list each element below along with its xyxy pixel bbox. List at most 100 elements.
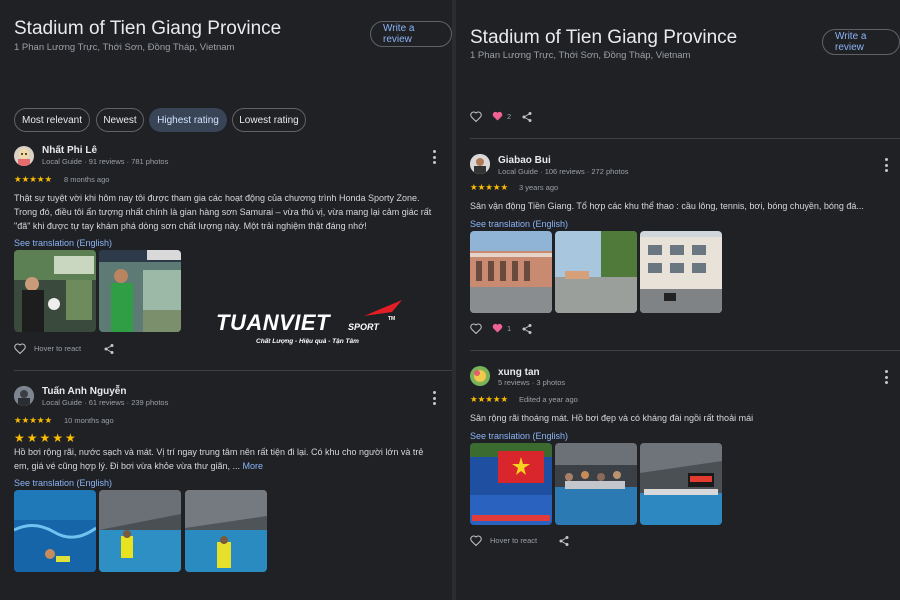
write-review-label: Write a review — [835, 31, 867, 53]
star-rating: ★★★★★ — [14, 174, 53, 184]
review-text: Hồ bơi rộng rãi, nước sạch và mát. Vị tr… — [14, 445, 444, 473]
heart-outline-icon — [470, 535, 482, 546]
see-translation-link[interactable]: See translation (English) — [470, 219, 568, 229]
react-button[interactable]: Hover to react — [470, 535, 537, 546]
reviewer-meta: Local Guide · 91 reviews · 781 photos — [42, 157, 169, 166]
review-photo[interactable] — [99, 490, 181, 572]
review-date: Edited a year ago — [519, 395, 578, 404]
review-photo[interactable] — [555, 231, 637, 313]
chip-label: Lowest rating — [239, 114, 299, 126]
more-link[interactable]: More — [243, 461, 264, 471]
place-title: Stadium of Tien Giang Province — [14, 18, 282, 39]
review-text: Sân vận động Tiền Giang. Tổ hợp các khu … — [470, 199, 898, 213]
review-date: 8 months ago — [64, 175, 110, 184]
review-photo[interactable] — [185, 490, 267, 572]
brand-suffix: SPORT — [348, 322, 379, 332]
review-text-line: em, giá vé cũng hợp lý. Đi bơi vừa khỏe … — [14, 461, 240, 471]
review-text-line: Sân rộng rãi thoáng mát. Hồ bơi đẹp và c… — [470, 413, 754, 423]
sort-chip-newest[interactable]: Newest — [96, 108, 144, 132]
heart-filled-icon — [492, 111, 503, 121]
reviewer-name[interactable]: Tuấn Anh Nguyễn — [42, 386, 126, 397]
write-review-button[interactable]: Write a review — [370, 21, 452, 47]
chip-label: Most relevant — [21, 114, 83, 126]
share-icon[interactable] — [521, 323, 533, 335]
screenshot-composite: Stadium of Tien Giang Province 1 Phan Lư… — [0, 0, 900, 600]
avatar[interactable] — [14, 146, 34, 166]
brand-watermark-logo: TUANVIET SPORT TM Chất Lượng - Hiệu quả … — [216, 298, 406, 348]
share-icon[interactable] — [558, 535, 570, 547]
brand-tagline: Chất Lượng - Hiệu quả - Tận Tâm — [256, 338, 359, 345]
sort-chip-most-relevant[interactable]: Most relevant — [14, 108, 90, 132]
reviewer-name[interactable]: Giabao Bui — [498, 155, 551, 166]
like-button[interactable] — [470, 323, 482, 334]
more-options-icon[interactable] — [431, 391, 437, 405]
avatar[interactable] — [470, 366, 490, 386]
write-review-label: Write a review — [383, 23, 415, 45]
see-translation-link[interactable]: See translation (English) — [14, 478, 112, 488]
emoji-stars: ★★★★★ — [14, 431, 78, 445]
heart-outline-icon — [470, 323, 482, 334]
place-address: 1 Phan Lương Trực, Thới Sơn, Đồng Tháp, … — [470, 50, 691, 61]
swoosh-icon — [364, 300, 402, 316]
review-text-line: Thật sự tuyệt vời khi hôm nay tôi được t… — [14, 193, 420, 203]
reviews-panel-right: Stadium of Tien Giang Province 1 Phan Lư… — [456, 0, 900, 600]
reaction-count-value: 2 — [507, 111, 512, 121]
review-photo[interactable] — [14, 250, 96, 332]
reaction-count[interactable]: 1 — [492, 323, 511, 333]
star-rating: ★★★★★ — [14, 415, 53, 425]
review-photo[interactable] — [470, 443, 552, 525]
reviewer-name[interactable]: xung tan — [498, 367, 540, 378]
heart-outline-icon — [470, 111, 482, 122]
star-rating: ★★★★★ — [470, 394, 509, 404]
share-icon[interactable] — [103, 343, 115, 355]
more-options-icon[interactable] — [883, 158, 889, 172]
star-rating: ★★★★★ — [470, 182, 509, 192]
brand-trademark: TM — [388, 316, 396, 322]
reaction-count[interactable]: 2 — [492, 111, 511, 121]
see-translation-link[interactable]: See translation (English) — [14, 238, 112, 248]
review-photo[interactable] — [99, 250, 181, 332]
reaction-count-value: 1 — [507, 323, 512, 333]
more-options-icon[interactable] — [431, 150, 437, 164]
more-options-icon[interactable] — [883, 370, 889, 384]
review-text-line: Sân vận động Tiền Giang. Tổ hợp các khu … — [470, 201, 864, 211]
reviewer-name[interactable]: Nhất Phi Lê — [42, 145, 97, 156]
review-photo[interactable] — [555, 443, 637, 525]
write-review-button[interactable]: Write a review — [822, 29, 900, 55]
chip-label: Highest rating — [157, 114, 219, 126]
share-icon[interactable] — [521, 111, 533, 123]
react-label: Hover to react — [34, 344, 82, 353]
brand-name: TUANVIET — [216, 310, 330, 335]
heart-outline-icon — [14, 343, 26, 354]
review-text: Thật sự tuyệt vời khi hôm nay tôi được t… — [14, 191, 444, 233]
sort-chip-lowest-rating[interactable]: Lowest rating — [232, 108, 306, 132]
chip-label: Newest — [103, 114, 137, 126]
reviews-panel-left: Stadium of Tien Giang Province 1 Phan Lư… — [0, 0, 452, 600]
divider — [470, 350, 900, 351]
review-text-line: "đã" khi được tự tay khám phá dòng sơn c… — [14, 221, 367, 231]
divider — [14, 370, 452, 371]
review-text-line: Hồ bơi rộng rãi, nước sạch và mát. Vị tr… — [14, 447, 424, 457]
divider — [470, 138, 900, 139]
react-button[interactable]: Hover to react — [14, 343, 81, 354]
review-text: Sân rộng rãi thoáng mát. Hồ bơi đẹp và c… — [470, 411, 898, 425]
like-button[interactable] — [470, 111, 482, 122]
reviewer-meta: Local Guide · 61 reviews · 239 photos — [42, 398, 169, 407]
place-title: Stadium of Tien Giang Province — [470, 27, 738, 48]
react-label: Hover to react — [490, 536, 538, 545]
avatar[interactable] — [14, 386, 34, 406]
see-translation-link[interactable]: See translation (English) — [470, 431, 568, 441]
heart-filled-icon — [492, 323, 503, 333]
reviewer-meta: 5 reviews · 3 photos — [498, 378, 566, 387]
review-photo[interactable] — [640, 443, 722, 525]
place-address: 1 Phan Lương Trực, Thới Sơn, Đồng Tháp, … — [14, 42, 235, 53]
review-date: 3 years ago — [519, 183, 559, 192]
sort-chip-highest-rating[interactable]: Highest rating — [149, 108, 227, 132]
review-text-line: Trong đó, điều tôi ấn tượng nhất chính l… — [14, 207, 432, 217]
review-date: 10 months ago — [64, 416, 114, 425]
review-photo[interactable] — [14, 490, 96, 572]
review-photo[interactable] — [640, 231, 722, 313]
reviewer-meta: Local Guide · 106 reviews · 272 photos — [498, 167, 629, 176]
avatar[interactable] — [470, 154, 490, 174]
review-photo[interactable] — [470, 231, 552, 313]
